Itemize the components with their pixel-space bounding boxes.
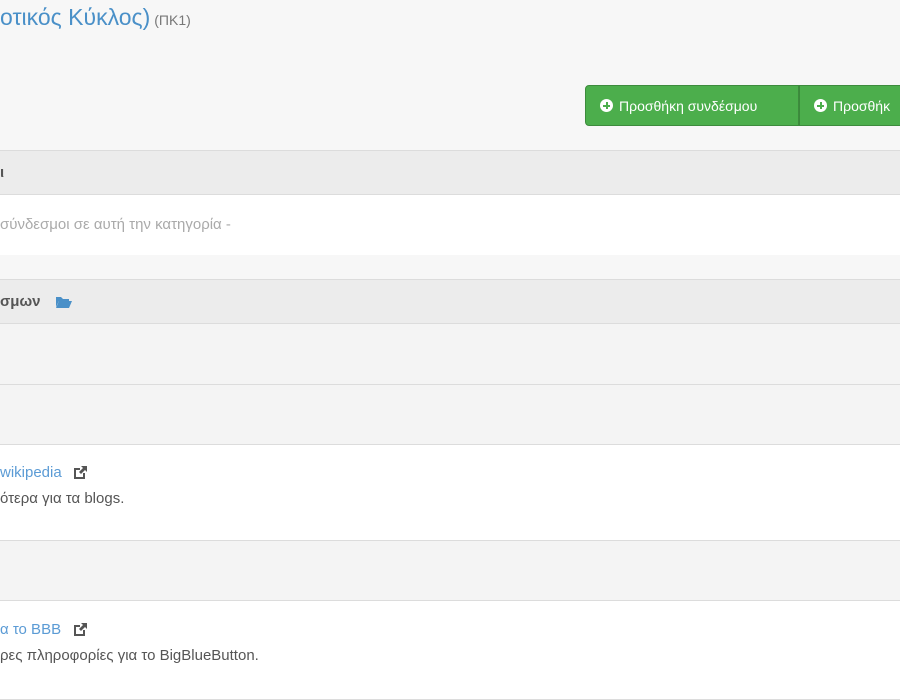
- plus-circle-icon: [600, 99, 613, 112]
- add-category-label: Προσθήκ: [833, 97, 891, 114]
- category-row[interactable]: [0, 540, 900, 600]
- categories-header-label: σμων: [0, 293, 41, 310]
- folder-open-icon[interactable]: [55, 295, 73, 309]
- add-category-button[interactable]: Προσθήκ: [799, 85, 900, 126]
- link-title[interactable]: wikipedia: [0, 464, 62, 481]
- course-code: (ΠΚ1): [154, 12, 191, 28]
- external-link-icon[interactable]: [72, 465, 88, 480]
- empty-message: σύνδεσμοι σε αυτή την κατηγορία -: [0, 216, 231, 233]
- add-link-label: Προσθήκη συνδέσμου: [619, 97, 758, 114]
- link-description: ότερα για τα blogs.: [0, 490, 125, 507]
- link-row: wikipedia ότερα για τα blogs.: [0, 444, 900, 540]
- link-description: ρες πληροφορίες για το BigBlueButton.: [0, 647, 259, 664]
- category-row[interactable]: [0, 384, 900, 444]
- plus-circle-icon: [814, 99, 827, 112]
- uncategorized-header: ι: [0, 150, 900, 194]
- external-link-icon[interactable]: [72, 622, 88, 637]
- categories-header: σμων: [0, 279, 900, 323]
- add-link-button[interactable]: Προσθήκη συνδέσμου: [585, 85, 799, 126]
- empty-row: σύνδεσμοι σε αυτή την κατηγορία -: [0, 194, 900, 255]
- link-title[interactable]: α το BBB: [0, 621, 61, 638]
- action-buttons: Προσθήκη συνδέσμου Προσθήκ: [585, 85, 900, 126]
- page-title: οτικός Κύκλος) (ΠΚ1): [0, 4, 191, 31]
- link-row: α το BBB ρες πληροφορίες για το BigBlueB…: [0, 600, 900, 700]
- uncategorized-header-label: ι: [0, 164, 5, 181]
- category-row[interactable]: [0, 323, 900, 384]
- course-title: οτικός Κύκλος): [0, 4, 151, 30]
